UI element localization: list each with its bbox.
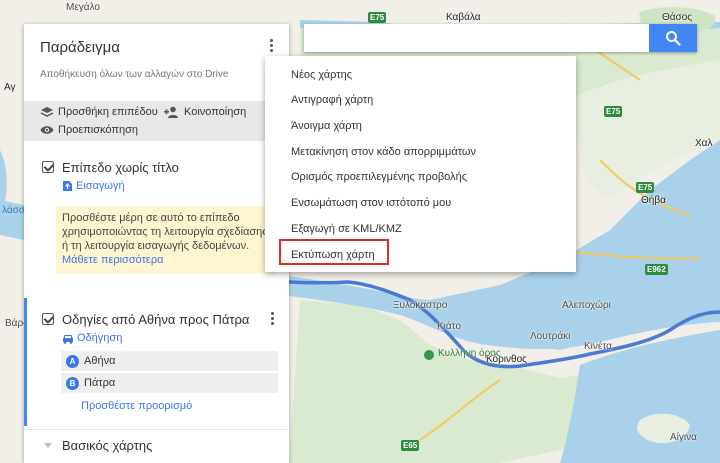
directions-title[interactable]: Οδηγίες από Αθήνα προς Πάτρα: [62, 312, 249, 327]
share-label: Κοινοποίηση: [184, 106, 247, 118]
map-title[interactable]: Παράδειγμα: [40, 39, 120, 56]
map-label-sea: λάσσ: [2, 205, 25, 216]
driving-mode-link[interactable]: Οδήγηση: [62, 332, 122, 344]
search-icon: [666, 31, 681, 46]
menu-item-new-map[interactable]: Νέος χάρτης: [291, 69, 352, 81]
park-icon: [424, 350, 434, 360]
search-input[interactable]: [304, 24, 649, 52]
road-shield-e962: E962: [645, 264, 668, 275]
map-label-thiva: Θήβα: [641, 195, 666, 206]
menu-item-move-to-trash[interactable]: Μετακίνηση στον κάδο απορριμμάτων: [291, 146, 476, 158]
preview-button[interactable]: Προεπισκόπηση: [40, 124, 138, 136]
map-label-kyllini: Κυλλήνη όρος: [438, 348, 501, 359]
map-label-loutraki: Λουτράκι: [530, 331, 571, 342]
import-label: Εισαγωγή: [76, 180, 125, 192]
map-label-chalkida: Χαλ: [695, 138, 713, 149]
directions-options-button[interactable]: [267, 310, 277, 328]
waypoint-badge: B: [66, 376, 79, 390]
search-bar: [304, 24, 697, 52]
add-layer-label: Προσθήκη επιπέδου: [58, 106, 158, 118]
add-layer-button[interactable]: Προσθήκη επιπέδου: [40, 106, 158, 118]
map-title-block: Παράδειγμα Αποθήκευση όλων των αλλαγών σ…: [24, 24, 289, 96]
road-shield-e75: E75: [636, 182, 655, 193]
kebab-icon: [266, 39, 276, 52]
menu-item-export-kml[interactable]: Εξαγωγή σε KML/KMZ: [291, 223, 402, 235]
menu-item-copy-map[interactable]: Αντιγραφή χάρτη: [291, 94, 373, 106]
share-button[interactable]: Κοινοποίηση: [164, 106, 246, 118]
car-icon: [63, 334, 73, 344]
waypoint-label: Πάτρα: [84, 377, 116, 389]
import-link[interactable]: Εισαγωγή: [62, 180, 125, 192]
layer-visibility-checkbox[interactable]: [42, 161, 54, 173]
map-label-kineta: Κινέτα: [584, 341, 612, 352]
map-label-kiato: Κιάτο: [437, 321, 462, 332]
menu-item-embed[interactable]: Ενσωμάτωση στον ιστότοπό μου: [291, 197, 451, 209]
import-icon: [63, 181, 72, 191]
empty-layer-tip: Προσθέστε μέρη σε αυτό το επίπεδο χρησιμ…: [56, 206, 276, 274]
waypoint-label: Αθήνα: [84, 355, 116, 367]
map-label-megalo: Μεγάλο: [66, 2, 100, 13]
layer-directions: Οδηγίες από Αθήνα προς Πάτρα Οδήγηση A Α…: [24, 298, 289, 426]
road-shield-e65: E65: [401, 440, 420, 451]
eye-icon: [40, 126, 54, 134]
learn-more-link[interactable]: Μάθετε περισσότερα: [62, 254, 163, 266]
map-label-agios: Αγ: [4, 82, 16, 93]
menu-item-set-default-view[interactable]: Ορισμός προεπιλεγμένης προβολής: [291, 171, 467, 183]
map-label-aigina: Αίγινα: [670, 432, 697, 443]
basemap-title: Βασικός χάρτης: [62, 438, 153, 453]
map-label-thasos: Θάσος: [662, 12, 693, 23]
map-panel: Παράδειγμα Αποθήκευση όλων των αλλαγών σ…: [24, 24, 289, 463]
preview-label: Προεπισκόπηση: [58, 124, 138, 136]
menu-item-open-map[interactable]: Άνοιγμα χάρτη: [291, 120, 362, 132]
panel-toolbar: Προσθήκη επιπέδου Κοινοποίηση Προεπισκόπ…: [24, 101, 289, 141]
add-destination-link[interactable]: Προσθέστε προορισμό: [81, 400, 192, 412]
road-shield-e75: E75: [604, 106, 623, 117]
autosave-status: Αποθήκευση όλων των αλλαγών στο Drive: [40, 69, 229, 80]
map-label-kavala: Καβάλα: [446, 12, 481, 23]
layers-icon: [40, 107, 54, 117]
tip-text: Προσθέστε μέρη σε αυτό το επίπεδο χρησιμ…: [62, 212, 268, 252]
map-options-menu: Νέος χάρτης Αντιγραφή χάρτη Άνοιγμα χάρτ…: [265, 56, 576, 272]
directions-visibility-checkbox[interactable]: [42, 313, 54, 325]
add-person-icon: [164, 106, 178, 118]
waypoint-a[interactable]: A Αθήνα: [61, 351, 278, 371]
layer-title[interactable]: Επίπεδο χωρίς τίτλο: [62, 160, 179, 175]
chevron-down-icon: [44, 443, 52, 448]
map-options-button[interactable]: [266, 37, 276, 55]
driving-mode-label: Οδήγηση: [77, 332, 123, 344]
search-button[interactable]: [649, 24, 697, 52]
kebab-icon: [267, 312, 277, 325]
waypoint-b[interactable]: B Πάτρα: [61, 373, 278, 393]
map-label-xylokastro: Ξυλόκαστρο: [393, 300, 448, 311]
road-shield-e75: E75: [368, 12, 387, 23]
waypoint-badge: A: [66, 354, 79, 368]
map-label-alepochori: Αλεποχώρι: [562, 300, 611, 311]
basemap-section[interactable]: Βασικός χάρτης: [24, 429, 289, 463]
menu-item-print-map[interactable]: Εκτύπωση χάρτη: [291, 249, 375, 261]
